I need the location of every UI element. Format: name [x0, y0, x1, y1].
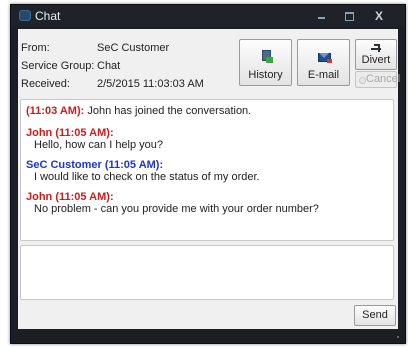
chat-client-area: From: SeC Customer Service Group: Chat R…: [18, 29, 401, 329]
system-message: (11:03 AM): John has joined the conversa…: [26, 105, 251, 117]
message-text: No problem - can you provide me with you…: [34, 203, 319, 215]
minimize-button[interactable]: [309, 7, 333, 25]
from-value: SeC Customer: [97, 42, 170, 54]
divert-button-label: Divert: [361, 54, 391, 66]
history-icon: [260, 50, 273, 63]
email-button[interactable]: E-mail: [297, 39, 350, 86]
received-value: 2/5/2015 11:03:03 AM: [97, 78, 204, 90]
message-header: John (11:05 AM):: [26, 127, 114, 139]
chat-window: Chat X From: SeC Customer Service Group:…: [10, 4, 406, 344]
received-label: Received:: [21, 78, 70, 90]
message-input[interactable]: [20, 245, 394, 300]
title-bar[interactable]: Chat X: [11, 5, 405, 27]
service-group-value: Chat: [97, 60, 121, 72]
message-header: John (11:05 AM):: [26, 191, 114, 203]
message-text: Hello, how can I help you?: [34, 139, 164, 151]
resize-grip-icon[interactable]: [397, 336, 399, 338]
window-title: Chat: [35, 9, 61, 23]
divert-button[interactable]: Divert: [355, 39, 397, 70]
message-text: I would like to check on the status of m…: [34, 171, 260, 183]
message-header: SeC Customer (11:05 AM):: [26, 159, 164, 171]
system-message-time: (11:03 AM):: [26, 105, 85, 117]
status-bar: [11, 329, 405, 343]
chat-transcript[interactable]: (11:03 AM): John has joined the conversa…: [20, 99, 394, 241]
system-message-text: John has joined the conversation.: [87, 105, 252, 117]
send-button-label: Send: [362, 309, 388, 321]
cancel-button[interactable]: Cancel: [355, 71, 401, 88]
history-button[interactable]: History: [239, 39, 292, 86]
maximize-icon: [344, 11, 354, 21]
maximize-button[interactable]: [337, 7, 361, 25]
chat-window-icon: [19, 10, 31, 21]
service-group-label: Service Group:: [21, 60, 95, 72]
cancel-button-label: Cancel: [366, 73, 401, 85]
minimize-icon: [317, 17, 325, 20]
from-label: From:: [21, 42, 50, 54]
close-button[interactable]: X: [367, 7, 391, 25]
email-icon: [318, 51, 332, 63]
history-button-label: History: [248, 69, 283, 81]
email-button-label: E-mail: [307, 69, 340, 81]
send-button[interactable]: Send: [354, 305, 396, 326]
divert-icon: [371, 43, 383, 53]
